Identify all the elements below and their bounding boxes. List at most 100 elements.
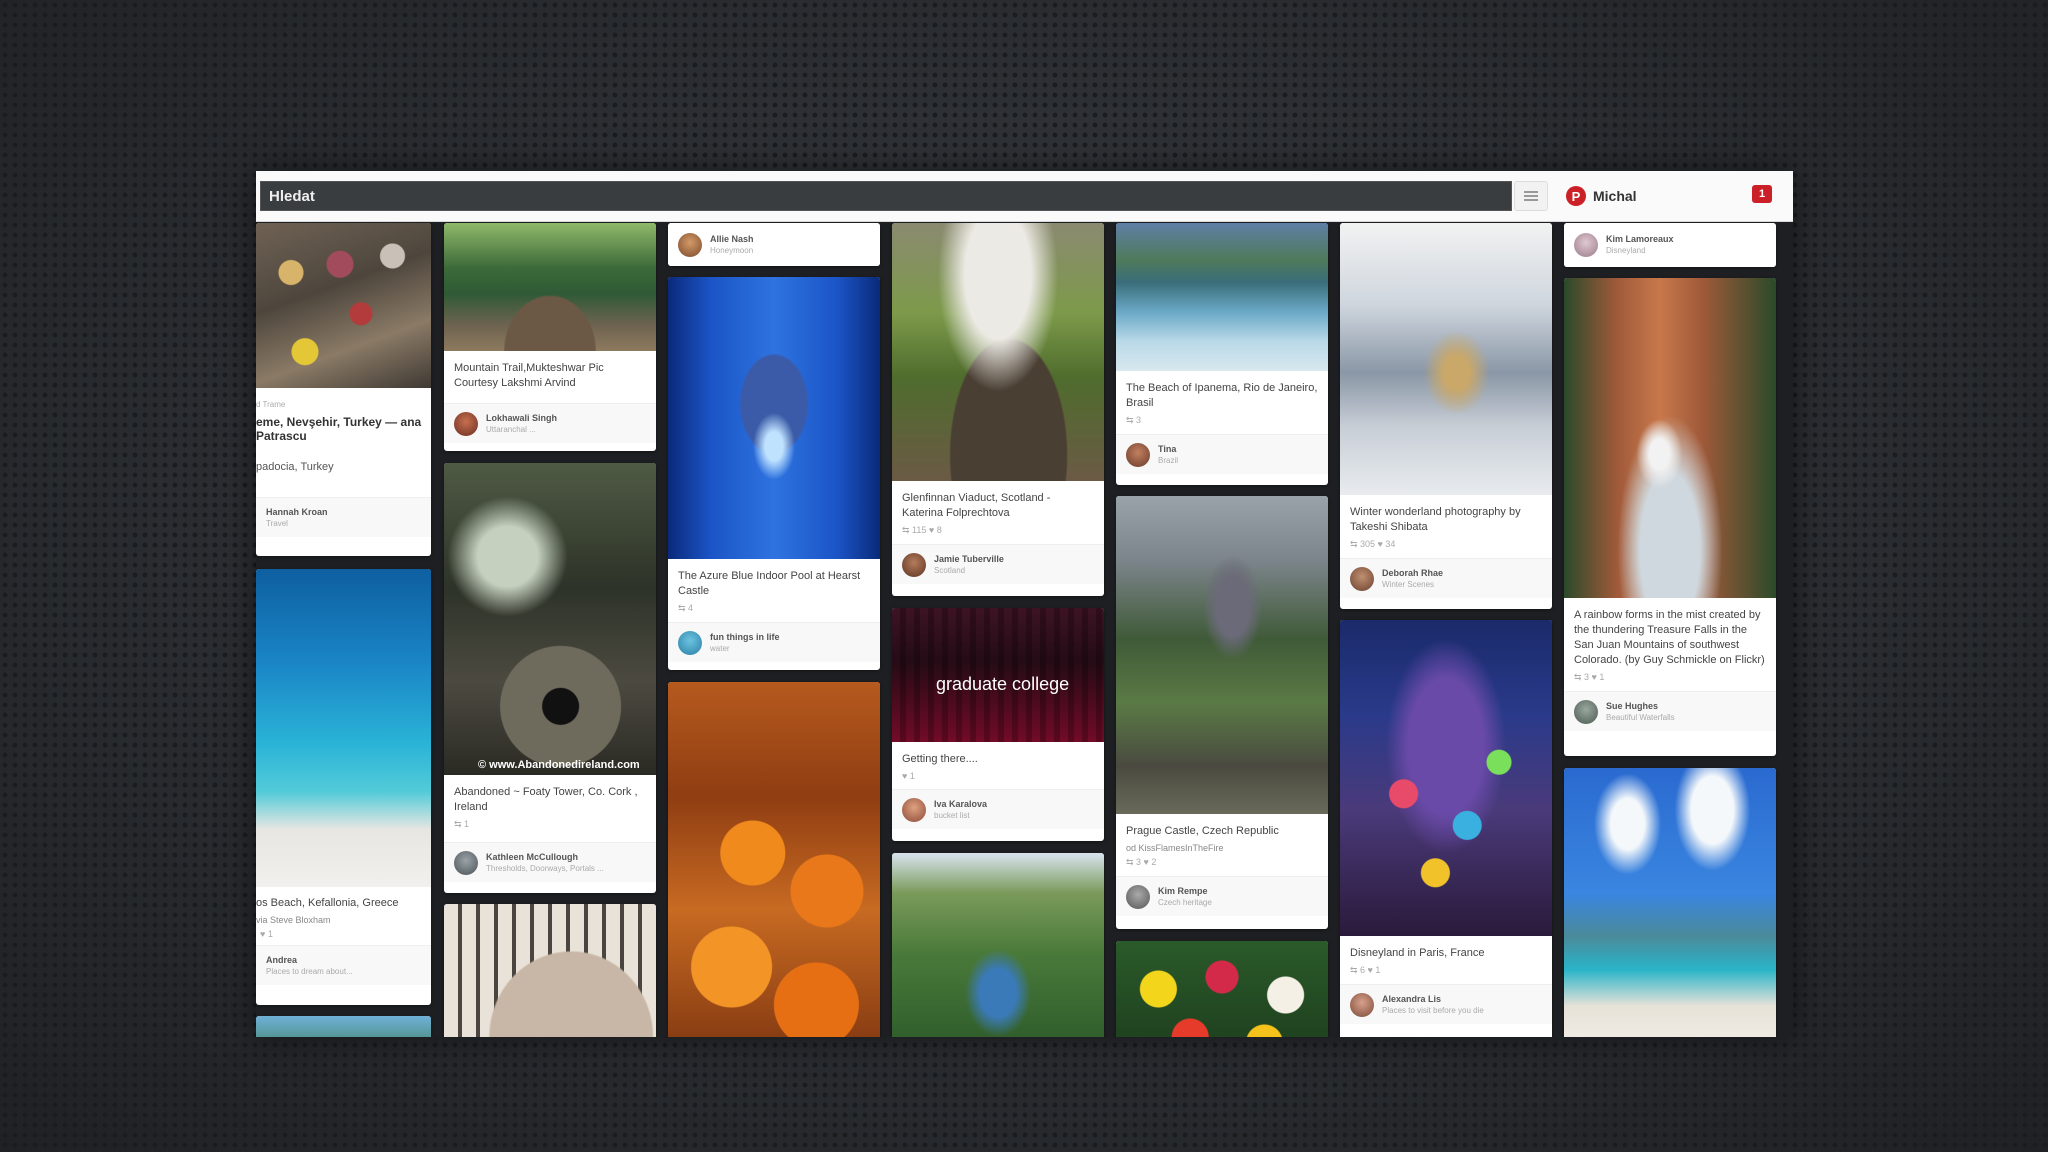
pin-card[interactable]: os Beach, Kefallonia, Greece via Steve B… (256, 569, 431, 1005)
pin-attribution[interactable]: Lokhawali Singh Uttaranchal ... (444, 403, 656, 443)
pin-card[interactable]: Winter wonderland photography by Takeshi… (1340, 223, 1552, 609)
pin-stats: ♥ 1 (902, 771, 915, 781)
avatar (1350, 566, 1374, 591)
pinner-name: Jamie Tuberville (934, 553, 1004, 564)
graduation-image: graduate college (892, 608, 1104, 742)
pin-attribution[interactable]: Hannah Kroan Travel (256, 497, 431, 537)
board-name: Beautiful Waterfalls (1606, 712, 1675, 722)
pin-card[interactable]: Allie Nash Honeymoon (668, 223, 880, 266)
board-name: water (710, 643, 730, 653)
board-name: Czech heritage (1158, 897, 1212, 907)
pin-card[interactable]: Disneyland in Paris, France ⇆ 6 ♥ 1 Alex… (1340, 620, 1552, 1037)
beach-image (256, 569, 431, 887)
pin-attribution[interactable]: Tina Brazil (1116, 434, 1328, 474)
pin-card[interactable]: Mountain Trail,Mukteshwar Pic Courtesy L… (444, 223, 656, 451)
pin-stats: ⇆ 3 ♥ 2 (1126, 857, 1157, 867)
pin-attribution[interactable]: Jamie Tuberville Scotland (892, 544, 1104, 584)
search-input[interactable]: Hledat (260, 181, 1512, 211)
prague-castle-image (1116, 496, 1328, 814)
pin-attribution[interactable]: Allie Nash Honeymoon (668, 223, 880, 266)
pinterest-logo-icon: P (1566, 186, 1586, 206)
notification-badge[interactable]: 1 (1752, 185, 1772, 203)
avatar (1574, 233, 1598, 257)
pinner-name: Kim Lamoreaux (1606, 234, 1674, 244)
pinner-name: Kim Rempe (1158, 885, 1208, 896)
pin-description: Glenfinnan Viaduct, Scotland - Katerina … (902, 492, 1051, 519)
pin-card[interactable]: A rainbow forms in the mist created by t… (1564, 278, 1776, 756)
board-name: Thresholds, Doorways, Portals ... (486, 863, 604, 873)
winter-stream-image (1340, 223, 1552, 495)
pin-stats: ⇆ 3 ♥ 1 (1574, 672, 1605, 682)
pin-card[interactable]: © www.Abandonedireland.com Abandoned ~ F… (444, 463, 656, 893)
pin-card[interactable]: Kim Lamoreaux Disneyland (1564, 223, 1776, 267)
avatar (1574, 699, 1598, 724)
pinner-name: Sue Hughes (1606, 700, 1659, 711)
indoor-pool-image (668, 277, 880, 559)
avatar (902, 797, 926, 822)
pin-description: Prague Castle, Czech Republic (1126, 825, 1279, 837)
board-name: Winter Scenes (1382, 579, 1435, 589)
pin-description: The Beach of Ipanema, Rio de Janeiro, Br… (1126, 382, 1318, 409)
board-name: Places to dream about... (266, 966, 353, 976)
avatar (678, 232, 702, 257)
pin-attribution[interactable]: Kim Lamoreaux Disneyland (1564, 223, 1776, 267)
pin-card[interactable] (444, 904, 656, 1037)
pin-card[interactable] (1116, 941, 1328, 1037)
pin-stats: ♥ 1 (260, 929, 273, 939)
hamburger-menu-icon (1524, 191, 1538, 201)
pinner-name: Iva Karalova (934, 798, 988, 809)
board-name: bucket list (934, 810, 970, 820)
watermark: © www.Abandonedireland.com (478, 759, 640, 771)
pin-attribution[interactable]: Iva Karalova bucket list (892, 789, 1104, 829)
pin-title: eme, Nevşehir, Turkey — ana Patrascu (256, 415, 422, 443)
board-name: Scotland (934, 565, 966, 575)
pin-attribution[interactable]: fun things in life water (668, 622, 880, 662)
browser-screenshot: Hledat P Michal 1 d Trame eme, Nevşehir,… (256, 171, 1793, 1037)
pin-card[interactable]: graduate college Getting there.... ♥ 1 I… (892, 608, 1104, 841)
user-name: Michal (1593, 188, 1637, 204)
menu-button[interactable] (1514, 181, 1548, 211)
pin-card[interactable] (256, 1016, 431, 1037)
mountain-trail-image (444, 223, 656, 351)
pin-card[interactable]: The Azure Blue Indoor Pool at Hearst Cas… (668, 277, 880, 670)
board-name: Travel (266, 518, 288, 528)
pin-card[interactable] (668, 682, 880, 1037)
board-name: Disneyland (1606, 246, 1646, 255)
pin-attribution[interactable]: Deborah Rhae Winter Scenes (1340, 558, 1552, 598)
pin-description: Mountain Trail,Mukteshwar Pic Courtesy L… (454, 362, 604, 389)
pin-card[interactable]: Prague Castle, Czech Republic od KissFla… (1116, 496, 1328, 929)
pin-card[interactable]: Glenfinnan Viaduct, Scotland - Katerina … (892, 223, 1104, 596)
pin-description: A rainbow forms in the mist created by t… (1574, 609, 1765, 666)
pin-description: Getting there.... (902, 753, 978, 765)
avatar (1350, 992, 1374, 1017)
beach-crowd-image (1116, 223, 1328, 371)
pinner-name: Hannah Kroan (266, 506, 328, 517)
pin-attribution[interactable]: Sue Hughes Beautiful Waterfalls (1564, 691, 1776, 731)
board-name: Honeymoon (710, 245, 754, 255)
board-name: Brazil (1158, 455, 1179, 465)
tropical-beach-image (1564, 768, 1776, 1037)
pumpkins-image (668, 682, 880, 1037)
pin-attribution[interactable]: Alexandra Lis Places to visit before you… (1340, 984, 1552, 1024)
pinner-name: fun things in life (710, 631, 780, 642)
pinner-name: Tina (1158, 443, 1177, 454)
pinner-name: Allie Nash (710, 233, 754, 244)
pin-stats: ⇆ 1 (454, 819, 470, 829)
pin-description: os Beach, Kefallonia, Greece (256, 897, 399, 909)
pinner-name: Andrea (266, 954, 298, 965)
pin-attribution[interactable]: Kathleen McCullough Thresholds, Doorways… (444, 842, 656, 882)
avatar (454, 850, 478, 875)
hot-air-balloons-image (256, 223, 431, 388)
flowers-image (1116, 941, 1328, 1037)
pin-card[interactable] (892, 853, 1104, 1037)
pin-card[interactable]: The Beach of Ipanema, Rio de Janeiro, Br… (1116, 223, 1328, 485)
pin-card[interactable] (1564, 768, 1776, 1037)
avatar (454, 411, 478, 436)
pin-card[interactable]: d Trame eme, Nevşehir, Turkey — ana Patr… (256, 223, 431, 556)
pin-attribution[interactable]: Andrea Places to dream about... (256, 945, 431, 985)
pinner-name: Kathleen McCullough (486, 851, 578, 862)
palm-image (256, 1016, 431, 1037)
graduate-college-text: graduate college (936, 674, 1070, 694)
user-menu[interactable]: P Michal 1 (1566, 181, 1776, 211)
pin-attribution[interactable]: Kim Rempe Czech heritage (1116, 876, 1328, 916)
